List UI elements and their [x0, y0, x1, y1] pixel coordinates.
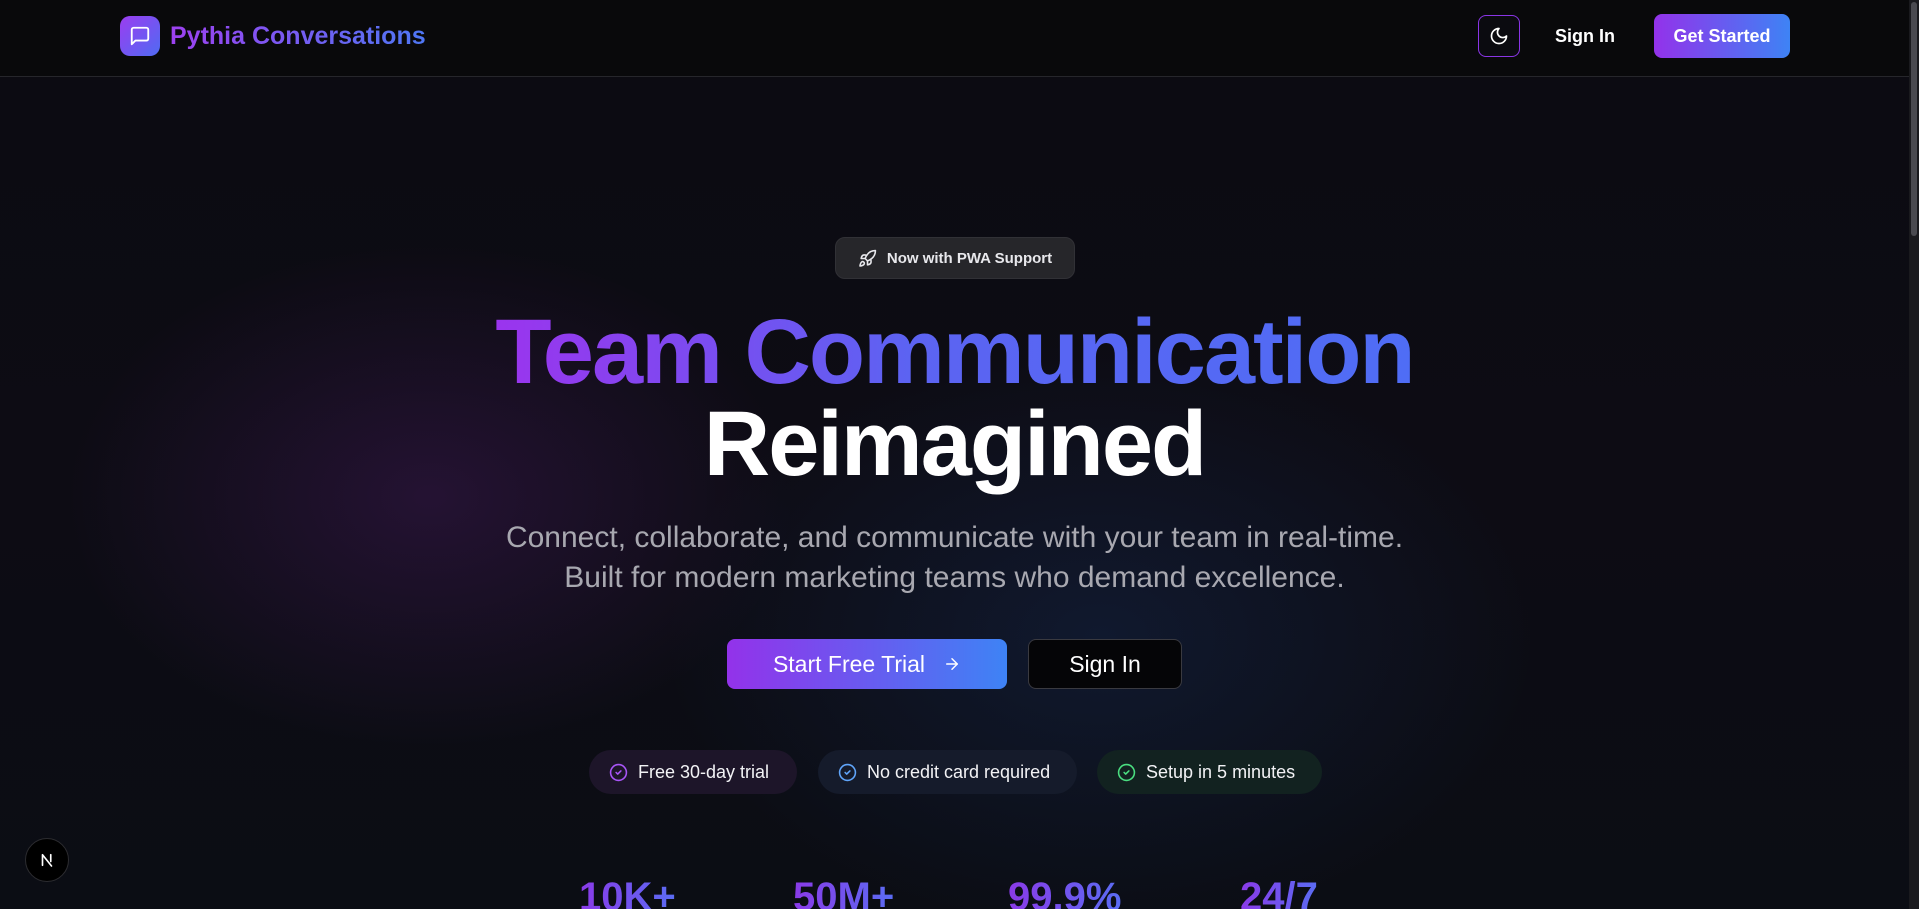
nextjs-logo-icon [41, 853, 53, 867]
moon-icon [1490, 27, 1508, 45]
check-circle-icon [838, 763, 857, 781]
stat-uptime: 99.9% [1008, 872, 1121, 909]
hero-subtitle-line2: Built for modern marketing teams who dem… [564, 561, 1345, 594]
badge-label: Now with PWA Support [886, 249, 1053, 267]
theme-toggle-button[interactable] [1478, 15, 1520, 57]
header-sign-in-button[interactable]: Sign In [1545, 15, 1625, 57]
brand-name[interactable]: Pythia Conversations [170, 20, 426, 52]
hero-subtitle-line1: Connect, collaborate, and communicate wi… [505, 521, 1404, 554]
stat-users: 10K+ [579, 872, 676, 909]
start-free-trial-button[interactable]: Start Free Trial [727, 639, 1007, 689]
get-started-button[interactable]: Get Started [1654, 14, 1790, 58]
check-circle-icon [1117, 763, 1136, 781]
check-circle-icon [609, 763, 628, 781]
hero-title-line1: Team Communication [0, 300, 1909, 404]
feature-pill-label: No credit card required [867, 761, 1051, 782]
feature-pill-trial: Free 30-day trial [589, 750, 797, 794]
feature-pill-no-card: No credit card required [818, 750, 1077, 794]
hero-sign-in-button[interactable]: Sign In [1028, 639, 1182, 689]
logo[interactable] [120, 16, 160, 56]
pwa-support-badge: Now with PWA Support [835, 237, 1075, 279]
scrollbar-thumb[interactable] [1911, 2, 1917, 236]
nextjs-dev-indicator-button[interactable] [25, 838, 69, 882]
feature-pill-label: Setup in 5 minutes [1146, 761, 1296, 782]
hero-title-gradient: Team Communication [495, 301, 1415, 403]
top-navbar: Pythia Conversations Sign In Get Started [0, 0, 1909, 77]
feature-pill-label: Free 30-day trial [638, 761, 770, 782]
arrow-right-icon [946, 658, 959, 670]
stat-support: 24/7 [1240, 872, 1318, 909]
hero-subtitle: Connect, collaborate, and communicate wi… [0, 518, 1909, 598]
hero-title-line2: Reimagined [703, 393, 1207, 495]
rocket-icon [859, 249, 877, 267]
stat-messages: 50M+ [793, 872, 894, 909]
chat-bubble-icon [130, 26, 150, 46]
feature-pill-setup: Setup in 5 minutes [1097, 750, 1322, 794]
start-free-trial-label: Start Free Trial [772, 650, 926, 677]
